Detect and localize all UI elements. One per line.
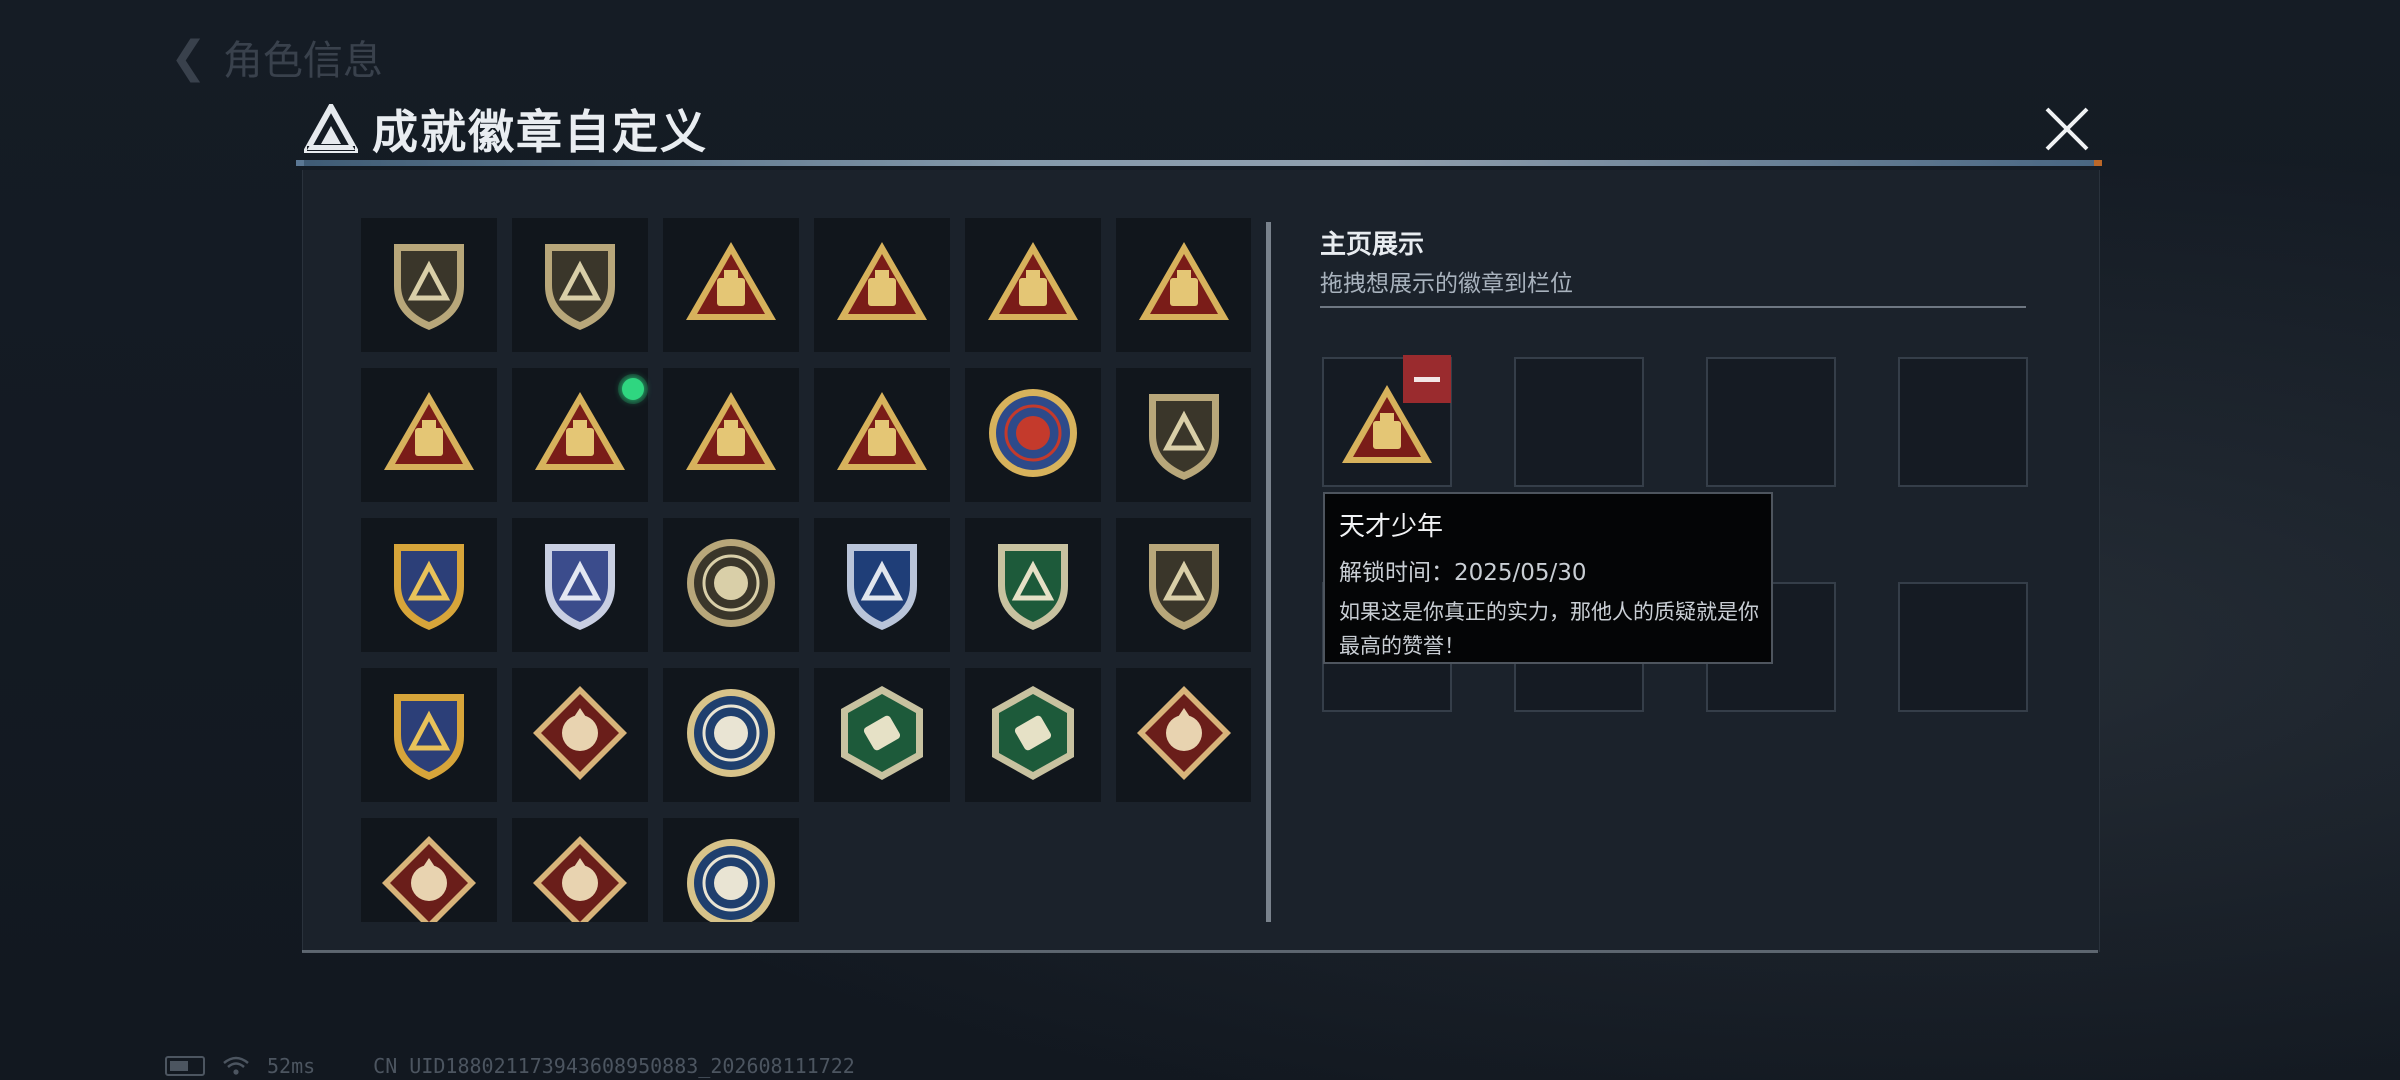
showcase-slot-empty[interactable] <box>1898 582 2028 712</box>
status-bar: 52ms CN UID1880211739436089508​83_202608… <box>165 1054 855 1078</box>
showcase-subtitle: 拖拽想展示的徽章到栏位 <box>1320 271 1573 297</box>
badge-cell[interactable] <box>663 818 799 922</box>
star-medal-badge-icon <box>978 378 1088 492</box>
badge-cell[interactable] <box>814 518 950 652</box>
badge-cell[interactable] <box>361 218 497 352</box>
showcase-divider <box>1320 306 2026 308</box>
modal-header: 成就徽章自定义 <box>300 92 2100 160</box>
triangle-robot-badge-icon <box>525 378 635 492</box>
badge-cell[interactable] <box>663 218 799 352</box>
tooltip-badge-name: 天才少年 <box>1339 512 1444 542</box>
badge-cell[interactable] <box>965 368 1101 502</box>
background-back-button: ❮ 角色信息 <box>170 28 383 86</box>
badge-cell[interactable] <box>512 818 648 922</box>
triangle-1-badge-icon <box>374 378 484 492</box>
crossed-rifles-badge-icon <box>374 678 484 792</box>
triangle-boat-badge-icon <box>1129 228 1239 342</box>
new-indicator-dot <box>622 378 644 400</box>
crosshair-shield-badge-icon <box>1129 528 1239 642</box>
badge-cell[interactable] <box>361 518 497 652</box>
badge-cell[interactable] <box>512 668 648 802</box>
triangle-hands-badge-icon <box>676 378 786 492</box>
shield-emblem-badge-icon <box>1129 378 1239 492</box>
badge-cell[interactable] <box>1116 368 1251 502</box>
shield-logo-badge-icon <box>374 228 484 342</box>
eagle-hexagon-badge-icon <box>827 678 937 792</box>
uid-text: CN UID1880211739436089508​83_20260811172… <box>373 1054 855 1078</box>
modal-bottom-divider <box>302 950 2098 953</box>
rifle-shield-green-badge-icon <box>978 528 1088 642</box>
helicopter-badge-icon <box>525 228 635 342</box>
badge-cell[interactable] <box>814 368 950 502</box>
tooltip-unlock-time: 解锁时间：2025/05/30 <box>1339 560 1587 586</box>
silver-shield-stars-badge-icon <box>525 528 635 642</box>
battery-icon <box>165 1056 205 1076</box>
hammer-hexagon-badge-icon <box>978 678 1088 792</box>
ping-text: 52ms <box>267 1054 316 1078</box>
runner-diamond-badge-icon <box>525 828 635 922</box>
header-divider <box>296 160 2102 166</box>
skull-circle-badge-icon <box>676 528 786 642</box>
dragon-diamond-badge-icon <box>1129 678 1239 792</box>
tooltip-description: 如果这是你真正的实力，那他人的质疑就是你最高的赞誉！ <box>1339 600 1759 658</box>
wifi-icon <box>223 1056 249 1075</box>
badge-cell[interactable] <box>965 218 1101 352</box>
close-icon[interactable] <box>2044 106 2090 152</box>
badge-cell[interactable] <box>663 668 799 802</box>
triangle-logo-icon <box>304 104 358 153</box>
badge-cell[interactable] <box>361 818 497 922</box>
badge-cell[interactable] <box>512 368 648 502</box>
badge-grid[interactable] <box>361 218 1251 922</box>
badge-cell[interactable] <box>361 668 497 802</box>
badge-cell[interactable] <box>1116 668 1251 802</box>
background-page-title: 角色信息 <box>222 38 383 84</box>
badge-cell[interactable] <box>512 518 648 652</box>
badge-cell[interactable] <box>512 218 648 352</box>
badge-cell[interactable] <box>1116 518 1251 652</box>
triangle-59-winged-badge-icon <box>978 228 1088 342</box>
showcase-slot-empty[interactable] <box>1898 357 2028 487</box>
triangle-57-badge-icon <box>676 228 786 342</box>
showcase-title: 主页展示 <box>1320 230 1425 260</box>
eagle-circle-badge-icon <box>676 678 786 792</box>
badge-cell[interactable] <box>663 518 799 652</box>
badge-cell[interactable] <box>965 668 1101 802</box>
badge-tooltip: 天才少年 解锁时间：2025/05/30 如果这是你真正的实力，那他人的质疑就是… <box>1323 492 1773 664</box>
grid-scrollbar[interactable] <box>1266 222 1271 922</box>
rifle-shield-blue-badge-icon <box>827 528 937 642</box>
gold-shield-stars-badge-icon <box>374 528 484 642</box>
wolf-diamond-badge-icon <box>525 678 635 792</box>
badge-cell[interactable] <box>663 368 799 502</box>
modal-title: 成就徽章自定义 <box>372 105 708 159</box>
badge-cell[interactable] <box>965 518 1101 652</box>
remove-badge-button[interactable] <box>1403 355 1451 403</box>
triangle-58-badge-icon <box>827 228 937 342</box>
back-arrow-icon: ❮ <box>170 31 207 83</box>
showcase-slot-empty[interactable] <box>1706 357 1836 487</box>
showcase-slot-empty[interactable] <box>1514 357 1644 487</box>
badge-cell[interactable] <box>814 668 950 802</box>
badge-cell[interactable] <box>1116 218 1251 352</box>
triangle-soldiers-badge-icon <box>827 378 937 492</box>
badge-cell[interactable] <box>361 368 497 502</box>
wolf-circle-badge-icon <box>676 828 786 922</box>
badge-cell[interactable] <box>814 218 950 352</box>
dragon-diamond-badge-icon <box>374 828 484 922</box>
